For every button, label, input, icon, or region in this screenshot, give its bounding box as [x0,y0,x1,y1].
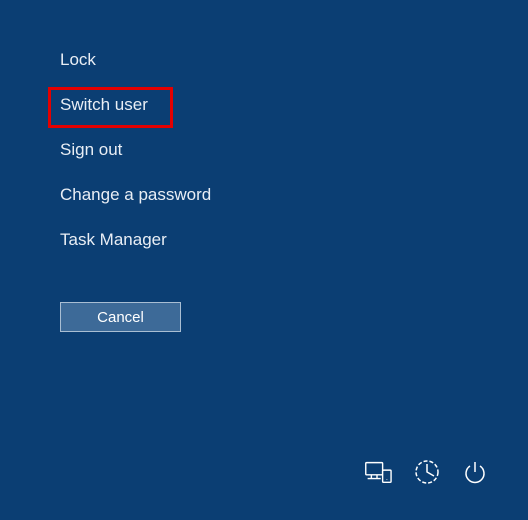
menu-item-change-password[interactable]: Change a password [60,185,211,205]
cancel-button[interactable]: Cancel [60,302,181,332]
security-options-menu: Lock Switch user Sign out Change a passw… [60,50,211,275]
power-icon[interactable] [462,459,488,490]
system-tray [362,459,488,490]
ease-of-access-icon[interactable] [414,459,440,490]
menu-item-task-manager[interactable]: Task Manager [60,230,167,250]
menu-item-sign-out[interactable]: Sign out [60,140,122,160]
menu-item-switch-user[interactable]: Switch user [60,95,148,115]
network-icon[interactable] [362,459,392,490]
menu-item-lock[interactable]: Lock [60,50,96,70]
